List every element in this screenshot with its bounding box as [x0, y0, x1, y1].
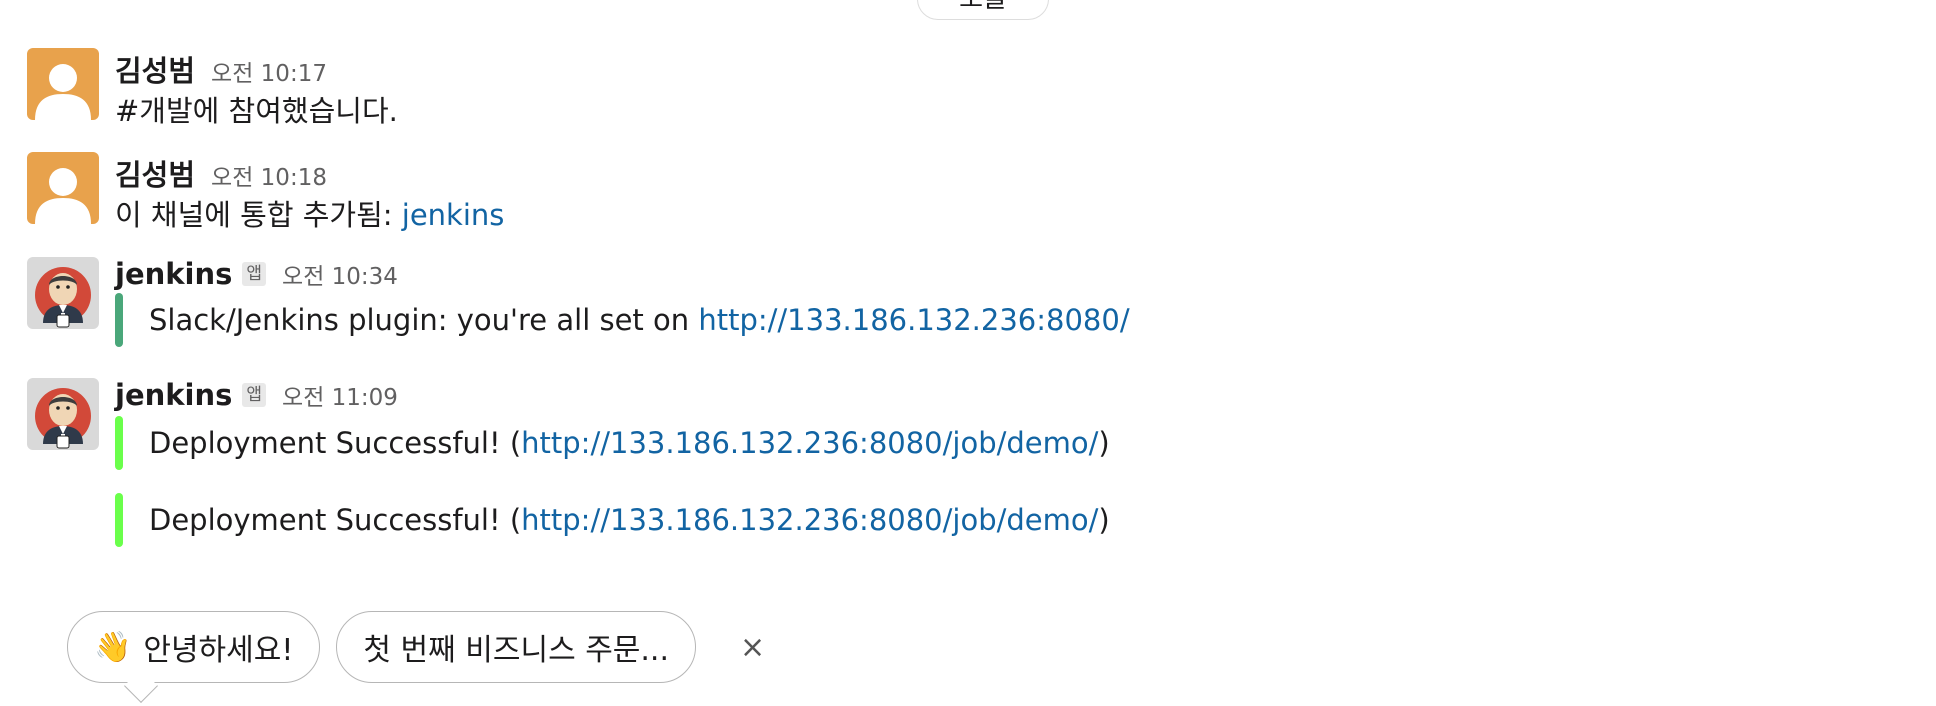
- waving-hand-icon: 👋: [94, 629, 132, 665]
- timestamp[interactable]: 오전 10:17: [211, 54, 327, 88]
- suggested-replies: 👋 안녕하세요! 첫 번째 비즈니스 주문... ×: [67, 611, 765, 703]
- suggestion-label: 첫 번째 비즈니스 주문...: [363, 633, 670, 668]
- message-text: 이 채널에 통합 추가됨: jenkins: [115, 192, 504, 234]
- job-url-link[interactable]: http://133.186.132.236:8080/job/demo/: [521, 426, 1098, 460]
- integration-link[interactable]: jenkins: [402, 198, 505, 232]
- app-badge: 앱: [242, 262, 267, 286]
- attachment-color-bar: [115, 416, 123, 470]
- jenkins-url-link[interactable]: http://133.186.132.236:8080/: [698, 303, 1129, 337]
- speech-bubble-tail: [124, 669, 158, 703]
- attachment-prefix: Deployment Successful! (: [149, 503, 522, 537]
- date-divider-pill[interactable]: 오늘: [917, 0, 1049, 20]
- close-icon[interactable]: ×: [740, 630, 765, 665]
- jenkins-butler-icon: [35, 267, 91, 328]
- sender-name[interactable]: 김성범: [115, 48, 195, 90]
- attachment: Slack/Jenkins plugin: you're all set on …: [115, 293, 1130, 347]
- attachment-suffix: ): [1098, 426, 1110, 460]
- attachment-color-bar: [115, 293, 123, 347]
- avatar[interactable]: [27, 378, 99, 450]
- attachment-color-bar: [115, 493, 123, 547]
- avatar[interactable]: [27, 152, 99, 224]
- attachment: Deployment Successful! (http://133.186.1…: [115, 416, 1110, 470]
- timestamp[interactable]: 오전 11:09: [282, 378, 398, 412]
- message-text-prefix: 이 채널에 통합 추가됨:: [115, 198, 402, 232]
- suggestion-chip-hello[interactable]: 👋 안녕하세요!: [67, 611, 321, 703]
- suggestion-chip-business-order[interactable]: 첫 번째 비즈니스 주문...: [336, 611, 697, 683]
- timestamp[interactable]: 오전 10:34: [282, 257, 398, 291]
- message-text: #개발에 참여했습니다.: [115, 94, 398, 128]
- app-badge: 앱: [242, 383, 267, 407]
- avatar[interactable]: [27, 48, 99, 120]
- attachment-message: Slack/Jenkins plugin: you're all set on: [149, 303, 699, 337]
- attachment-prefix: Deployment Successful! (: [149, 426, 522, 460]
- default-user-icon: [35, 64, 91, 120]
- sender-name[interactable]: jenkins: [115, 378, 232, 412]
- sender-name[interactable]: jenkins: [115, 257, 232, 291]
- attachment-text: Deployment Successful! (http://133.186.1…: [149, 426, 1110, 460]
- attachment-suffix: ): [1098, 503, 1110, 537]
- sender-name[interactable]: 김성범: [115, 152, 195, 194]
- avatar[interactable]: [27, 257, 99, 329]
- job-url-link[interactable]: http://133.186.132.236:8080/job/demo/: [521, 503, 1098, 537]
- jenkins-butler-icon: [35, 388, 91, 449]
- date-divider-label: 오늘: [959, 0, 1007, 14]
- timestamp[interactable]: 오전 10:18: [211, 158, 327, 192]
- attachment-text: Slack/Jenkins plugin: you're all set on …: [149, 303, 1130, 337]
- suggestion-label: 안녕하세요!: [143, 633, 294, 668]
- default-user-icon: [35, 168, 91, 224]
- attachment: Deployment Successful! (http://133.186.1…: [115, 493, 1110, 547]
- attachment-text: Deployment Successful! (http://133.186.1…: [149, 503, 1110, 537]
